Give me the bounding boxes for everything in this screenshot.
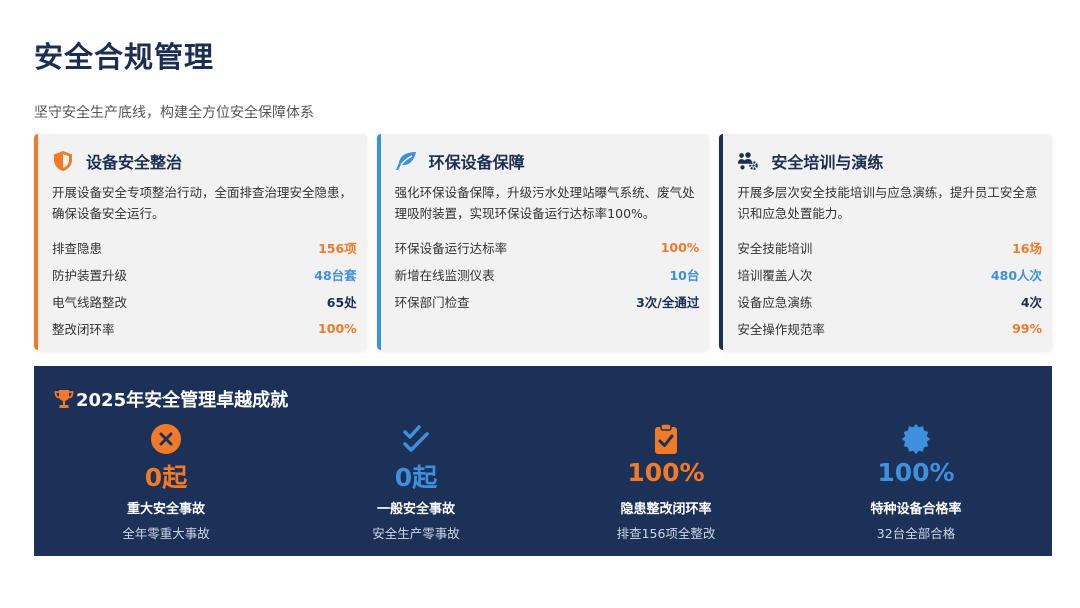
stat-row: 安全操作规范率 99% [737,315,1042,342]
card-description: 开展设备安全专项整治行动，全面排查治理安全隐患，确保设备安全运行。 [52,185,353,221]
metric-subtext: 排查156项全整改 [616,526,716,541]
users-gear-icon [737,150,759,172]
page-subtitle: 坚守安全生产底线，构建全方位安全保障体系 [34,105,314,121]
metric-label: 重大安全事故 [126,502,205,517]
card-safety-training: 安全培训与演练 开展多层次安全技能培训与应急演练，提升员工安全意识和应急处置能力… [719,134,1053,350]
stat-label: 排查隐患 [52,241,103,256]
metric-special-equipment: 100% 特种设备合格率 32台全部合格 [791,422,1041,542]
stat-row: 整改闭环率 100% [52,315,357,342]
trophy-icon [54,389,74,409]
stat-row: 设备应急演练 4次 [737,288,1042,315]
card-row: 设备安全整治 开展设备安全专项整治行动，全面排查治理安全隐患，确保设备安全运行。… [34,134,1053,350]
stat-value: 99% [1012,321,1043,336]
clipboard-check-icon [541,422,791,456]
metric-label: 一般安全事故 [376,502,455,517]
metric-subtext: 安全生产零事故 [372,526,460,541]
stat-row: 排查隐患 156项 [52,234,357,261]
stat-row: 环保部门检查 3次/全通过 [395,288,700,315]
card-environment-equipment: 环保设备保障 强化环保设备保障，升级污水处理站曝气系统、废气处理吸附装置，实现环… [376,134,710,350]
stat-list: 排查隐患 156项 防护装置升级 48台套 电气线路整改 65处 整改闭环率 100% [52,234,357,342]
stat-value: 100% [660,240,700,255]
metric-value: 100% [877,458,955,487]
card-title: 环保设备保障 [428,153,525,172]
stat-value: 16场 [1012,241,1043,256]
certificate-badge-icon [791,422,1041,456]
stat-label: 环保设备运行达标率 [394,241,508,256]
stat-label: 电气线路整改 [52,295,128,310]
metric-label: 隐患整改闭环率 [620,502,712,517]
stat-label: 新增在线监测仪表 [394,268,495,283]
stat-row: 防护装置升级 48台套 [52,261,357,288]
metric-major-accidents: 0起 重大安全事故 全年零重大事故 [41,422,291,542]
card-description: 强化环保设备保障，升级污水处理站曝气系统、废气处理吸附装置，实现环保设备运行达标… [394,185,695,221]
stat-value: 4次 [1020,295,1043,310]
stat-label: 设备应急演练 [737,295,813,310]
achievements-panel: 2025年安全管理卓越成就 0起 重大安全事故 全年零重大事故 0起 一般安全事… [34,366,1052,556]
page-title: 安全合规管理 [34,40,215,74]
card-title: 安全培训与演练 [771,153,884,172]
stat-label: 安全操作规范率 [737,322,825,337]
stat-row: 电气线路整改 65处 [52,288,357,315]
achievements-header: 2025年安全管理卓越成就 [54,386,288,412]
card-title: 设备安全整治 [86,153,183,172]
metric-rectification-rate: 100% 隐患整改闭环率 排查156项全整改 [541,422,791,542]
stat-label: 整改闭环率 [52,322,115,337]
stat-row: 培训覆盖人次 480人次 [737,261,1042,288]
shield-icon [52,150,74,172]
x-circle-icon [41,422,291,456]
stat-row: 环保设备运行达标率 100% [395,234,700,261]
stat-list: 安全技能培训 16场 培训覆盖人次 480人次 设备应急演练 4次 安全操作规范率 99… [737,234,1042,342]
stat-value: 10台 [669,268,700,283]
stat-row: 安全技能培训 16场 [737,234,1042,261]
stat-row: 新增在线监测仪表 10台 [395,261,700,288]
card-header: 安全培训与演练 [737,148,1042,174]
card-description: 开展多层次安全技能培训与应急演练，提升员工安全意识和应急处置能力。 [737,185,1038,221]
metric-value: 0起 [144,463,188,492]
metric-subtext: 32台全部合格 [876,526,956,541]
stat-value: 156项 [318,241,357,256]
card-header: 设备安全整治 [52,148,357,174]
metric-value: 0起 [394,463,438,492]
stat-value: 65处 [326,295,357,310]
stat-label: 环保部门检查 [394,295,470,310]
card-header: 环保设备保障 [395,148,700,174]
metric-label: 特种设备合格率 [870,502,962,517]
card-equipment-safety: 设备安全整治 开展设备安全专项整治行动，全面排查治理安全隐患，确保设备安全运行。… [34,134,367,350]
stat-value: 480人次 [990,268,1043,283]
stat-value: 100% [318,321,357,336]
stat-label: 安全技能培训 [737,241,813,256]
leaf-icon [395,150,417,172]
stat-label: 培训覆盖人次 [737,268,813,283]
metrics-row: 0起 重大安全事故 全年零重大事故 0起 一般安全事故 安全生产零事故 100%… [34,422,1052,542]
stat-label: 防护装置升级 [52,268,128,283]
metric-value: 100% [627,458,705,487]
double-check-icon [291,422,541,456]
metric-subtext: 全年零重大事故 [122,526,210,541]
stat-value: 3次/全通过 [636,295,700,310]
stat-list: 环保设备运行达标率 100% 新增在线监测仪表 10台 环保部门检查 3次/全通过 [395,234,700,315]
metric-general-accidents: 0起 一般安全事故 安全生产零事故 [291,422,541,542]
achievements-title: 2025年安全管理卓越成就 [76,390,289,411]
stat-value: 48台套 [314,268,357,283]
